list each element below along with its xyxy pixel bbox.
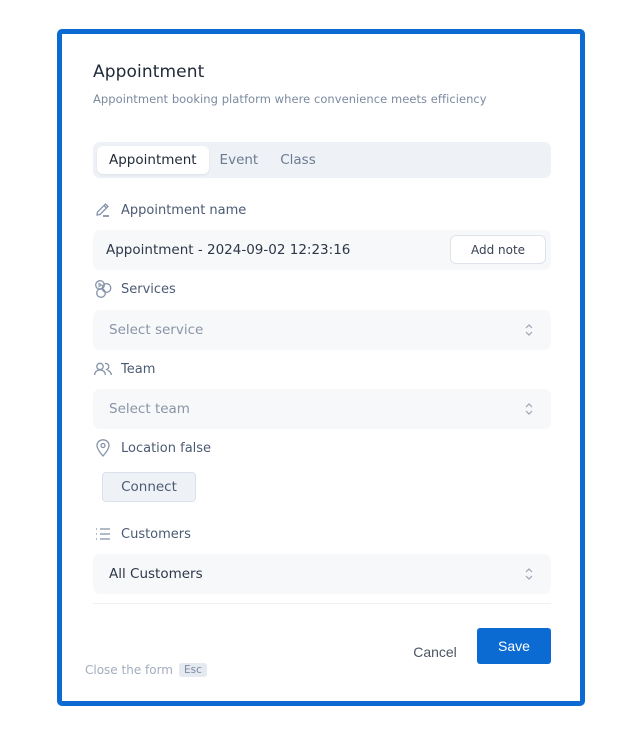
esc-key-badge: Esc <box>179 663 207 677</box>
modal-title: Appointment <box>93 62 205 82</box>
services-icon <box>93 279 113 299</box>
services-label: Services <box>93 279 176 299</box>
customers-label-text: Customers <box>121 526 191 542</box>
appointment-name-label: Appointment name <box>93 200 246 220</box>
appointment-name-label-text: Appointment name <box>121 202 247 218</box>
footer-divider <box>93 603 551 604</box>
tab-appointment[interactable]: Appointment <box>97 146 209 174</box>
location-label-text: Location false <box>121 440 212 456</box>
cancel-button[interactable]: Cancel <box>402 634 468 670</box>
customers-select[interactable]: All Customers <box>93 554 551 594</box>
services-label-text: Services <box>121 281 176 297</box>
team-label-text: Team <box>121 361 156 377</box>
modal-subtitle: Appointment booking platform where conve… <box>93 92 487 106</box>
chevron-updown-icon <box>525 323 533 337</box>
appointment-name-value[interactable]: Appointment - 2024-09-02 12:23:16 <box>106 242 350 258</box>
close-form-hint: Close the form Esc <box>85 663 207 677</box>
chevron-updown-icon <box>525 402 533 416</box>
tab-class[interactable]: Class <box>269 146 327 174</box>
list-icon <box>93 524 113 544</box>
connect-location-button[interactable]: Connect <box>102 472 196 502</box>
tab-event[interactable]: Event <box>209 146 270 174</box>
team-select[interactable]: Select team <box>93 389 551 429</box>
type-tabs: Appointment Event Class <box>93 142 551 178</box>
customers-value: All Customers <box>109 566 203 582</box>
users-icon <box>93 359 113 379</box>
services-placeholder: Select service <box>109 322 204 338</box>
appointment-name-field[interactable]: Appointment - 2024-09-02 12:23:16 Add no… <box>93 230 551 270</box>
close-form-text: Close the form <box>85 663 173 677</box>
customers-label: Customers <box>93 524 191 544</box>
chevron-updown-icon <box>525 567 533 581</box>
pencil-icon <box>93 200 113 220</box>
add-note-button[interactable]: Add note <box>450 235 546 264</box>
appointment-modal: Appointment Appointment booking platform… <box>57 29 585 706</box>
team-label: Team <box>93 359 155 379</box>
location-label: Location false <box>93 438 211 458</box>
team-placeholder: Select team <box>109 401 190 417</box>
map-pin-icon <box>93 438 113 458</box>
services-select[interactable]: Select service <box>93 310 551 350</box>
save-button[interactable]: Save <box>477 628 551 664</box>
